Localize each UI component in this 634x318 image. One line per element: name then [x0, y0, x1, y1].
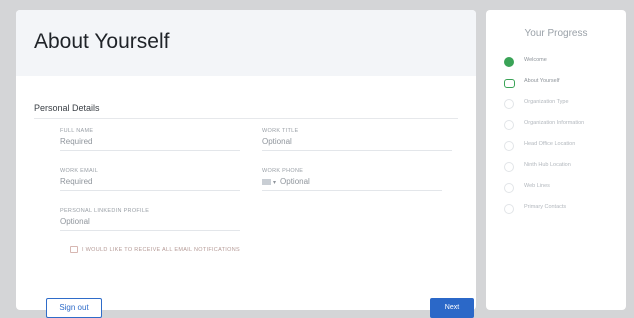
work-email-label: WORK EMAIL	[60, 168, 99, 174]
work-phone-label: WORK PHONE	[262, 168, 304, 174]
pending-step-icon	[504, 99, 514, 109]
section-divider	[34, 118, 458, 119]
work-phone-field[interactable]: WORK PHONE ▾ Optional	[262, 168, 442, 191]
pending-step-icon	[504, 204, 514, 214]
full-name-field[interactable]: FULL NAME Required	[60, 128, 240, 151]
chevron-down-icon[interactable]: ▾	[273, 180, 276, 186]
pending-step-icon	[504, 120, 514, 130]
step-label: Ninth Hub Location	[524, 162, 571, 168]
work-title-field[interactable]: WORK TITLE Optional	[262, 128, 452, 151]
country-flag-icon[interactable]	[262, 178, 271, 185]
step-label: Web Lines	[524, 183, 550, 189]
email-notifications-checkbox[interactable]: I WOULD LIKE TO RECEIVE ALL EMAIL NOTIFI…	[70, 246, 240, 253]
page-title: About Yourself	[34, 30, 170, 53]
linkedin-field[interactable]: PERSONAL LINKEDIN PROFILE Optional	[60, 208, 240, 231]
full-name-label: FULL NAME	[60, 128, 94, 134]
email-notifications-label: I WOULD LIKE TO RECEIVE ALL EMAIL NOTIFI…	[82, 246, 240, 253]
next-button[interactable]: Next	[430, 298, 474, 318]
pending-step-icon	[504, 162, 514, 172]
section-title: Personal Details	[34, 103, 100, 113]
sign-out-button[interactable]: Sign out	[46, 298, 102, 318]
linkedin-input[interactable]: Optional	[60, 217, 240, 231]
step-label: Organization Information	[524, 120, 585, 126]
progress-title: Your Progress	[524, 28, 588, 39]
step-label: Welcome	[524, 57, 547, 63]
check-circle-icon	[504, 57, 514, 67]
current-step-icon	[504, 79, 515, 88]
about-yourself-card: About Yourself Personal Details FULL NAM…	[16, 10, 476, 318]
pending-step-icon	[504, 141, 514, 151]
work-email-input[interactable]: Required	[60, 177, 240, 191]
work-phone-value: Optional	[280, 177, 310, 186]
progress-panel: Your Progress Welcome About Yourself Org…	[486, 10, 626, 310]
checkbox-icon[interactable]	[70, 246, 78, 253]
linkedin-label: PERSONAL LINKEDIN PROFILE	[60, 208, 150, 214]
work-title-label: WORK TITLE	[262, 128, 299, 134]
work-title-input[interactable]: Optional	[262, 137, 452, 151]
step-label: Organization Type	[524, 99, 569, 105]
work-email-field[interactable]: WORK EMAIL Required	[60, 168, 240, 191]
header-band: About Yourself	[16, 10, 476, 76]
work-phone-input[interactable]: ▾ Optional	[262, 177, 442, 191]
step-label: Head Office Location	[524, 141, 576, 147]
full-name-input[interactable]: Required	[60, 137, 240, 151]
step-label: Primary Contacts	[524, 204, 567, 210]
pending-step-icon	[504, 183, 514, 193]
step-label: About Yourself	[524, 78, 560, 84]
